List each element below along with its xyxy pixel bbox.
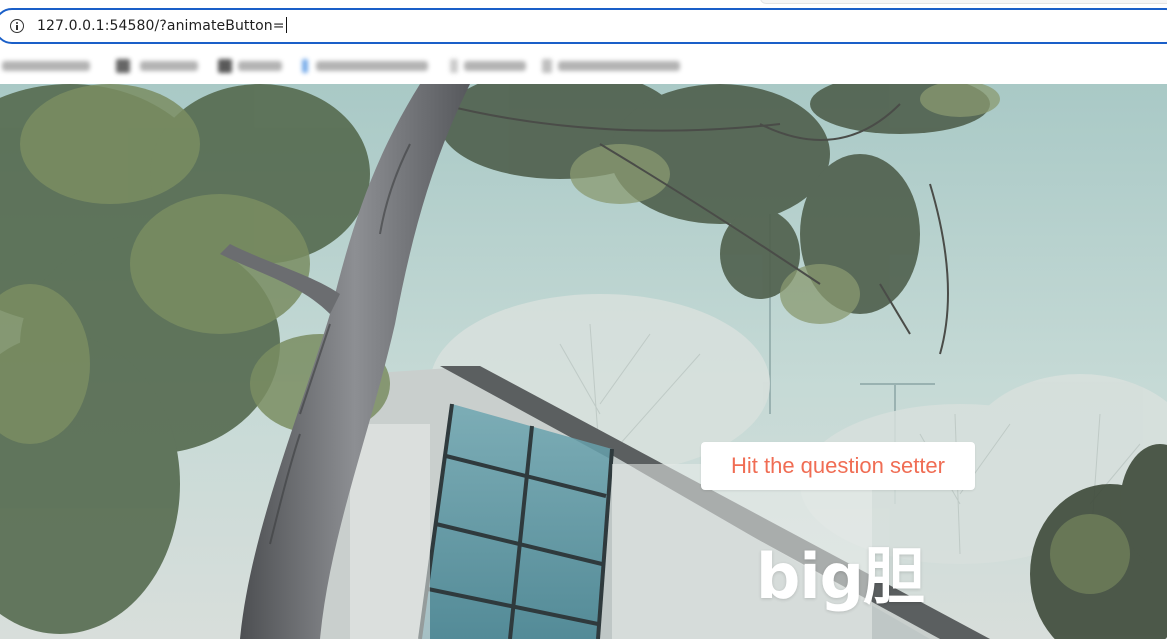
page-viewport: Hit the question setter big胆	[0, 84, 1167, 639]
bookmark-item-blurred[interactable]	[218, 58, 284, 74]
bookmark-item-blurred[interactable]	[116, 58, 200, 74]
headline-text: big胆	[756, 540, 925, 613]
bookmark-item-blurred[interactable]	[542, 58, 682, 74]
address-bar[interactable]: 127.0.0.1:54580/?animateButton=	[0, 8, 1167, 44]
url-text: 127.0.0.1:54580/?animateButton=	[37, 18, 285, 34]
tab-strip	[0, 0, 1167, 6]
browser-chrome: 127.0.0.1:54580/?animateButton=	[0, 0, 1167, 84]
background-photo	[0, 84, 1167, 639]
hit-question-setter-button[interactable]: Hit the question setter	[701, 442, 975, 490]
url-input[interactable]: 127.0.0.1:54580/?animateButton=	[37, 17, 287, 34]
text-caret	[285, 17, 287, 33]
bookmark-item-blurred[interactable]	[0, 58, 92, 74]
info-icon[interactable]	[10, 19, 24, 33]
tab-edge	[760, 0, 1167, 4]
bookmarks-bar	[0, 52, 1167, 80]
bookmark-item-blurred[interactable]	[302, 58, 432, 74]
bookmark-item-blurred[interactable]	[450, 58, 528, 74]
